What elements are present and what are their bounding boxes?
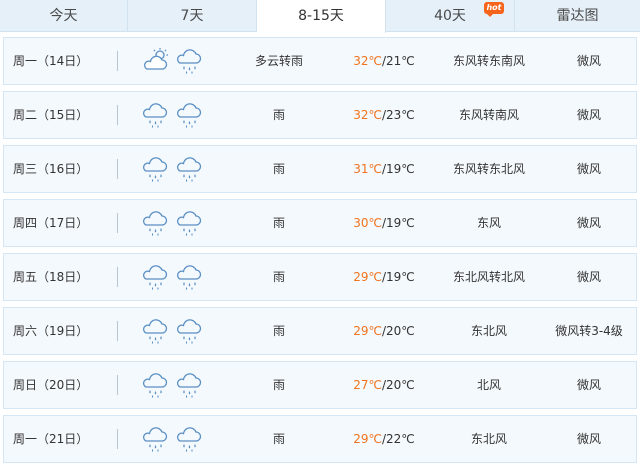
temperature: 29℃/19℃	[334, 254, 434, 300]
forecast-row: 周一（21日） 雨 29℃/22℃ 东北风 微风	[3, 415, 637, 463]
weather-condition: 雨	[272, 108, 285, 122]
wind-force: 微风	[576, 270, 601, 284]
temp-high: 30℃	[353, 216, 382, 230]
wind-direction: 东北风	[470, 324, 507, 338]
wind-direction: 东风转南风	[458, 108, 519, 122]
day-label: 周三（16日）	[13, 162, 89, 176]
wind-force: 微风转3-4级	[555, 324, 623, 338]
forecast-row: 周日（20日） 雨 27℃/20℃ 北风 微风	[3, 361, 637, 409]
day-label: 周二（15日）	[13, 108, 89, 122]
weather-condition: 雨	[272, 216, 285, 230]
day-label: 周五（18日）	[13, 270, 89, 284]
wind-force: 微风	[576, 432, 601, 446]
weather-condition: 雨	[272, 378, 285, 392]
temperature: 31℃/19℃	[334, 146, 434, 192]
divider	[117, 267, 118, 287]
temperature: 27℃/20℃	[334, 362, 434, 408]
forecast-tab-bar: 今天 7天 8-15天 40天 hot 雷达图	[0, 0, 640, 33]
weather-icons	[140, 371, 210, 399]
temp-high: 32℃	[353, 108, 382, 122]
divider	[117, 321, 118, 341]
weather-icons	[140, 47, 210, 75]
wind-direction: 东风转东北风	[452, 162, 525, 176]
temp-high: 27℃	[353, 378, 382, 392]
temp-low: /20℃	[381, 324, 415, 338]
forecast-row: 周五（18日） 雨 29℃/19℃ 东北风转北风 微风	[3, 253, 637, 301]
temp-high: 31℃	[353, 162, 382, 176]
tab-8-15-days[interactable]: 8-15天	[257, 0, 386, 33]
weather-icons	[140, 209, 210, 237]
temperature: 29℃/22℃	[334, 416, 434, 462]
tab-today[interactable]: 今天	[0, 0, 128, 32]
temp-low: /20℃	[381, 378, 415, 392]
weather-icons	[140, 263, 210, 291]
wind-force: 微风	[576, 54, 601, 68]
forecast-row: 周一（14日） 多云转雨 32℃/21℃ 东风转东南风 微风	[3, 37, 637, 85]
temp-low: /21℃	[381, 54, 415, 68]
temp-low: /23℃	[381, 108, 415, 122]
day-label: 周四（17日）	[13, 216, 89, 230]
temperature: 32℃/21℃	[334, 38, 434, 84]
tab-7-days[interactable]: 7天	[128, 0, 257, 32]
wind-force: 微风	[576, 378, 601, 392]
temp-low: /19℃	[381, 216, 415, 230]
tab-label: 40天	[434, 8, 466, 24]
day-label: 周一（14日）	[13, 54, 89, 68]
tab-label: 7天	[180, 8, 204, 24]
divider	[117, 213, 118, 233]
temp-high: 29℃	[353, 432, 382, 446]
wind-direction: 北风	[476, 378, 501, 392]
tab-40-days[interactable]: 40天 hot	[386, 0, 515, 32]
wind-direction: 东北风	[470, 432, 507, 446]
forecast-row: 周六（19日） 雨 29℃/20℃ 东北风 微风转3-4级	[3, 307, 637, 355]
weather-icons	[140, 101, 210, 129]
temperature: 32℃/23℃	[334, 92, 434, 138]
tab-label: 8-15天	[298, 8, 344, 24]
weather-icons	[140, 317, 210, 345]
tab-label: 今天	[49, 8, 78, 24]
temperature: 29℃/20℃	[334, 308, 434, 354]
weather-condition: 雨	[272, 432, 285, 446]
forecast-row: 周四（17日） 雨 30℃/19℃ 东风 微风	[3, 199, 637, 247]
divider	[117, 51, 118, 71]
temp-high: 29℃	[353, 324, 382, 338]
day-label: 周六（19日）	[13, 324, 89, 338]
weather-icons	[140, 155, 210, 183]
wind-force: 微风	[576, 108, 601, 122]
weather-condition: 多云转雨	[254, 54, 303, 68]
weather-condition: 雨	[272, 162, 285, 176]
forecast-row: 周三（16日） 雨 31℃/19℃ 东风转东北风 微风	[3, 145, 637, 193]
hot-badge: hot	[484, 2, 504, 17]
temp-low: /19℃	[381, 162, 415, 176]
forecast-row: 周二（15日） 雨 32℃/23℃ 东风转南风 微风	[3, 91, 637, 139]
tab-label: 雷达图	[556, 8, 599, 24]
divider	[117, 429, 118, 449]
divider	[117, 375, 118, 395]
day-label: 周一（21日）	[13, 432, 89, 446]
day-label: 周日（20日）	[13, 378, 89, 392]
wind-force: 微风	[576, 216, 601, 230]
weather-condition: 雨	[272, 270, 285, 284]
divider	[117, 105, 118, 125]
tab-radar[interactable]: 雷达图	[515, 0, 640, 32]
temp-low: /22℃	[381, 432, 415, 446]
temp-high: 29℃	[353, 270, 382, 284]
weather-icons	[140, 425, 210, 453]
wind-force: 微风	[576, 162, 601, 176]
wind-direction: 东北风转北风	[452, 270, 525, 284]
temp-low: /19℃	[381, 270, 415, 284]
temperature: 30℃/19℃	[334, 200, 434, 246]
wind-direction: 东风转东南风	[452, 54, 525, 68]
weather-condition: 雨	[272, 324, 285, 338]
temp-high: 32℃	[353, 54, 382, 68]
wind-direction: 东风	[476, 216, 501, 230]
divider	[117, 159, 118, 179]
